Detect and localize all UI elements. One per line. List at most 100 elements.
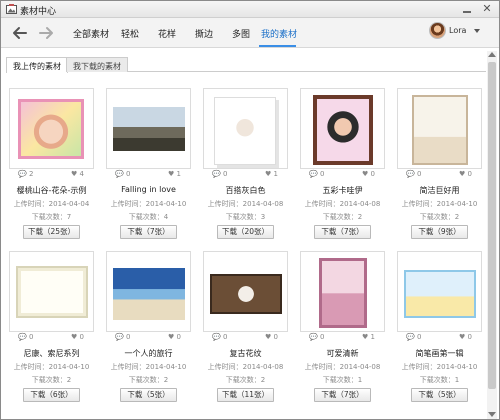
thumbnail[interactable] (300, 88, 385, 169)
thumbnail[interactable] (9, 251, 94, 332)
minimize-icon[interactable] (460, 3, 474, 15)
tab-torn-edge[interactable]: 撕边 (195, 27, 213, 40)
title-bar: 素材中心 ✕ (1, 1, 499, 18)
download-button[interactable]: 下载（20张） (217, 225, 274, 239)
views-count: 💬 0 (115, 333, 131, 341)
likes-count[interactable]: ♥ 1 (362, 333, 375, 341)
thumbnail-image[interactable] (18, 99, 84, 159)
heart-icon[interactable]: ♥ (362, 333, 368, 341)
tab-relaxed[interactable]: 轻松 (121, 27, 139, 40)
download-button[interactable]: 下载（9张） (411, 225, 468, 239)
tab-my-materials[interactable]: 我的素材 (261, 27, 297, 40)
material-card: 💬 0 ♥ 0 简笔画第一辑 上传时间：2014-04-10 下载次数：1 下载（5张） (397, 251, 482, 402)
thumbnail-image[interactable] (319, 258, 367, 328)
active-tab-indicator (259, 45, 296, 47)
comment-icon: 💬 (406, 333, 415, 341)
material-card: 💬 0 ♥ 0 尼康、索尼系列上传时间：2014-04-10 下载次数：2 下载（6张） (9, 251, 94, 402)
material-name: Falling in love (121, 185, 176, 194)
download-button[interactable]: 下载（7张） (314, 225, 371, 239)
download-count: 下载次数：2 (419, 213, 460, 221)
thumbnail[interactable] (397, 251, 482, 332)
thumbnail[interactable] (300, 251, 385, 332)
thumbnail-image[interactable] (113, 268, 185, 320)
arrow-right-icon[interactable] (38, 25, 54, 41)
views-count: 💬 0 (212, 333, 228, 341)
comment-icon: 💬 (309, 170, 318, 178)
likes-count[interactable]: ♥ 1 (265, 170, 278, 178)
download-button[interactable]: 下载（25张） (23, 225, 80, 239)
heart-icon[interactable]: ♥ (362, 170, 368, 178)
thumbnail[interactable] (203, 251, 288, 332)
chevron-down-icon[interactable] (474, 29, 480, 33)
download-count: 下载次数：2 (31, 376, 72, 384)
upload-time: 上传时间：2014-04-10 (401, 363, 478, 371)
likes-count[interactable]: ♥ 0 (459, 170, 472, 178)
download-button[interactable]: 下载（5张） (120, 388, 177, 402)
tab-patterns[interactable]: 花样 (158, 27, 176, 40)
material-center-window: 素材中心 ✕ 全部素材 轻松 花样 撕边 多图 我的素材 Lora 我上传的素材… (0, 0, 500, 420)
likes-count[interactable]: ♥ 4 (71, 170, 84, 178)
thumbnail[interactable] (9, 88, 94, 169)
thumbnail-image[interactable] (210, 274, 282, 314)
material-card: 💬 0 ♥ 0 简洁巨好用 上传时间：2014-04-10 下载次数：2 下载（9张） (397, 88, 482, 239)
thumbnail-image[interactable] (214, 97, 276, 165)
views-count: 💬 0 (406, 170, 422, 178)
download-button[interactable]: 下载（5张） (411, 388, 468, 402)
tab-all-materials[interactable]: 全部素材 (73, 27, 109, 40)
thumbnail[interactable] (106, 88, 191, 169)
likes-count[interactable]: ♥ 0 (71, 333, 84, 341)
upload-time: 上传时间：2014-04-10 (13, 363, 90, 371)
views-count: 💬 2 (18, 170, 34, 178)
image-icon (6, 4, 17, 14)
comment-icon: 💬 (406, 170, 415, 178)
heart-icon[interactable]: ♥ (265, 170, 271, 178)
material-name: 樱桃山谷-花朵-示例 (16, 186, 87, 195)
heart-icon[interactable]: ♥ (265, 333, 271, 341)
likes-count[interactable]: ♥ 1 (168, 170, 181, 178)
thumbnail[interactable] (203, 88, 288, 169)
download-count: 下载次数：1 (322, 376, 363, 384)
scroll-up-icon[interactable] (488, 52, 496, 57)
download-button[interactable]: 下载（7张） (314, 388, 371, 402)
thumbnail[interactable] (106, 251, 191, 332)
heart-icon[interactable]: ♥ (71, 333, 77, 341)
likes-count[interactable]: ♥ 0 (459, 333, 472, 341)
avatar[interactable] (429, 22, 446, 39)
arrow-left-icon[interactable] (12, 25, 28, 41)
download-button[interactable]: 下载（11张） (217, 388, 274, 402)
material-card: 💬 0 ♥ 1 百搭灰白色 上传时间：2014-04-08 下载次数：3 下载（20张） (203, 88, 288, 239)
thumbnail-image[interactable] (412, 95, 468, 165)
thumbnail-image[interactable] (113, 107, 185, 151)
material-name: 简笔画第一辑 (415, 349, 464, 358)
material-name: 复古花纹 (229, 349, 262, 358)
upload-time: 上传时间：2014-04-10 (110, 200, 187, 208)
heart-icon[interactable]: ♥ (459, 333, 465, 341)
heart-icon[interactable]: ♥ (459, 170, 465, 178)
subtab-my-uploads[interactable]: 我上传的素材 (6, 57, 68, 73)
likes-count[interactable]: ♥ 0 (265, 333, 278, 341)
comment-icon: 💬 (212, 333, 221, 341)
views-count: 💬 0 (18, 333, 34, 341)
comment-icon: 💬 (115, 333, 124, 341)
username[interactable]: Lora (449, 26, 466, 35)
material-name: 可爱清新 (326, 349, 359, 358)
heart-icon[interactable]: ♥ (168, 333, 174, 341)
likes-count[interactable]: ♥ 0 (168, 333, 181, 341)
scrollbar-thumb[interactable] (488, 62, 496, 389)
close-icon[interactable]: ✕ (480, 2, 494, 15)
subtab-my-downloads[interactable]: 我下载的素材 (66, 57, 128, 72)
scroll-down-icon[interactable] (488, 412, 496, 417)
download-button[interactable]: 下载（6张） (23, 388, 80, 402)
thumbnail-image[interactable] (16, 266, 88, 318)
heart-icon[interactable]: ♥ (168, 170, 174, 178)
material-card: 💬 0 ♥ 0 五彩卡哇伊 上传时间：2014-04-08 下载次数：2 下载（7张） (300, 88, 385, 239)
download-button[interactable]: 下载（7张） (120, 225, 177, 239)
thumbnail-image[interactable] (404, 270, 476, 318)
likes-count[interactable]: ♥ 0 (362, 170, 375, 178)
sub-tab-bar: 我上传的素材 我下载的素材 (6, 57, 486, 73)
thumbnail-image[interactable] (313, 95, 373, 165)
material-name: 尼康、索尼系列 (23, 349, 80, 358)
thumbnail[interactable] (397, 88, 482, 169)
tab-multi-image[interactable]: 多图 (232, 27, 250, 40)
heart-icon[interactable]: ♥ (71, 170, 77, 178)
